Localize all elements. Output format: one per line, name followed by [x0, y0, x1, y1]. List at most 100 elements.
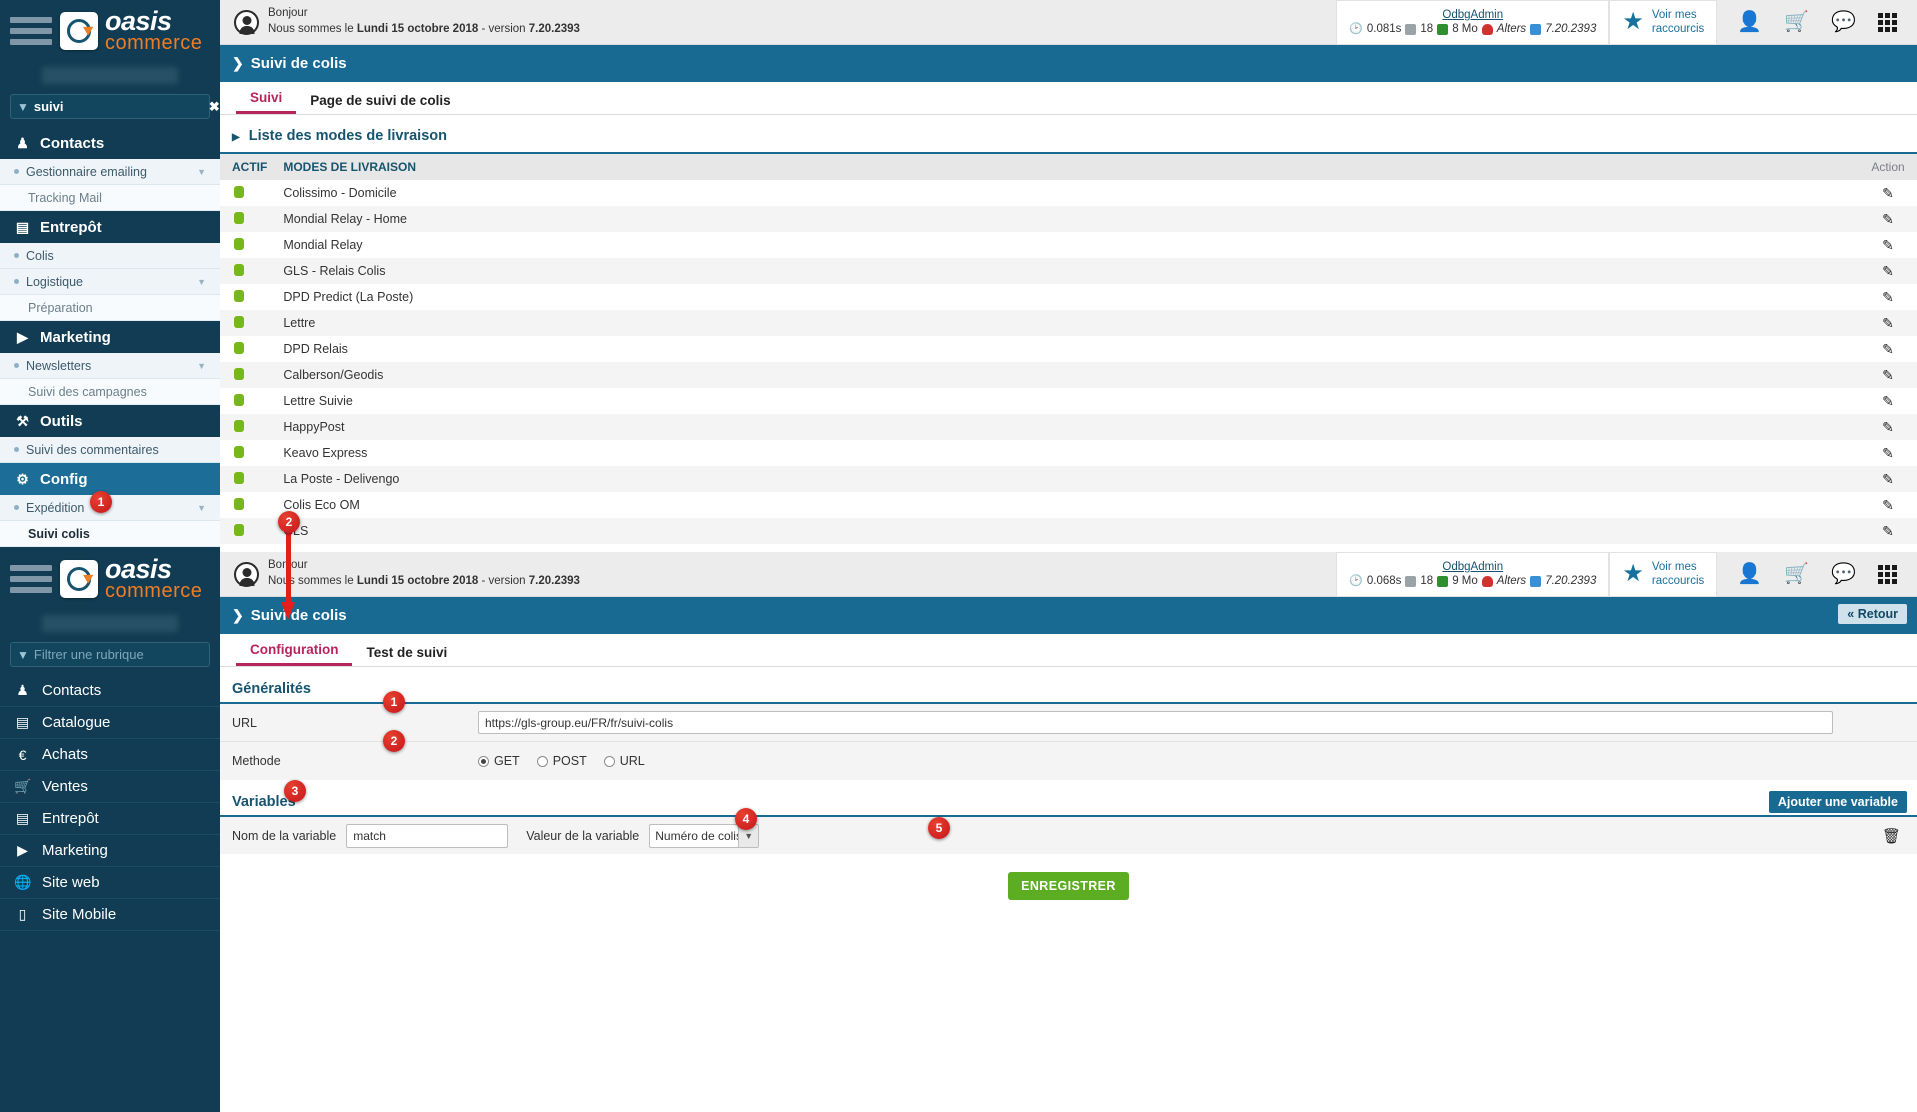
tab-configuration[interactable]: Configuration	[236, 642, 353, 666]
euro-icon: €	[18, 746, 27, 763]
edit-icon[interactable]: ✎	[1882, 289, 1894, 305]
edit-icon[interactable]: ✎	[1882, 341, 1894, 357]
chat-bubble-icon-2[interactable]: 💬	[1831, 564, 1856, 584]
sidebar-group-contacts[interactable]: ♟ Contacts	[0, 127, 220, 159]
sidebar-item-site-mobile[interactable]: ▯ Site Mobile	[0, 899, 220, 931]
brand-name-line1-2: oasis	[105, 553, 172, 584]
url-row: URL	[220, 702, 1917, 741]
action-cell: ✎	[1859, 414, 1917, 440]
tab-test-de-suivi[interactable]: Test de suivi	[352, 645, 461, 666]
apps-grid-icon-1[interactable]	[1878, 12, 1897, 32]
add-variable-button[interactable]: Ajouter une variable	[1768, 791, 1907, 813]
memory-icon-1	[1437, 23, 1449, 35]
edit-icon[interactable]: ✎	[1882, 523, 1894, 539]
apps-grid-icon-2[interactable]	[1878, 564, 1897, 584]
sidebar-leafitem[interactable]: Tracking Mail	[0, 185, 220, 211]
sidebar-subitem-label: Expédition	[26, 500, 85, 515]
brand-name-line1: oasis	[105, 5, 172, 36]
tab-suivi[interactable]: Suivi	[236, 90, 297, 114]
sidebar-item-label: Entrepôt	[42, 810, 99, 827]
avatar-icon-2	[234, 561, 259, 587]
sidebar-subitem[interactable]: Gestionnaire emailing ▼	[0, 159, 220, 185]
method-radio-post[interactable]: POST	[536, 754, 587, 768]
shortcuts-line2-2: raccourcis	[1651, 575, 1705, 587]
shopping-cart-icon-2[interactable]: 🛒	[1784, 564, 1809, 584]
active-status-cell	[220, 180, 275, 206]
section-title-modes[interactable]: ▶ Liste des modes de livraison	[220, 115, 1917, 152]
active-status-cell	[220, 440, 275, 466]
clear-search-icon[interactable]: ✖	[209, 99, 220, 115]
back-button[interactable]: « Retour	[1838, 604, 1907, 624]
sidebar-item-site-web[interactable]: 🌐 Site web	[0, 867, 220, 899]
sidebar-item-label: Catalogue	[42, 714, 111, 731]
tab-page-de-suivi-de-colis[interactable]: Page de suivi de colis	[296, 93, 464, 114]
user-account-icon-1[interactable]: 👤	[1737, 12, 1762, 32]
method-radio-url[interactable]: URL	[603, 754, 645, 768]
save-button[interactable]: ENREGISTRER	[1008, 872, 1129, 900]
bullet-icon	[14, 447, 19, 452]
sidebar-subitem[interactable]: Logistique ▼	[0, 269, 220, 295]
version-prefix-1: - version	[478, 23, 529, 35]
box-icon: ▤	[15, 810, 30, 826]
sidebar-subitem-label: Suivi des commentaires	[26, 442, 159, 457]
stat-alters-2: Alters	[1496, 575, 1527, 587]
url-input[interactable]	[478, 711, 1833, 734]
edit-icon[interactable]: ✎	[1882, 185, 1894, 201]
sidebar-group-marketing[interactable]: ▶ Marketing	[0, 321, 220, 353]
sidebar-leafitem[interactable]: Préparation	[0, 295, 220, 321]
cart-icon: 🛒	[14, 778, 32, 794]
user-account-icon-2[interactable]: 👤	[1737, 564, 1762, 584]
sidebar-item-marketing[interactable]: ▶ Marketing	[0, 835, 220, 867]
sidebar-search-input[interactable]	[33, 99, 209, 114]
edit-icon[interactable]: ✎	[1882, 263, 1894, 279]
edit-icon[interactable]: ✎	[1882, 367, 1894, 383]
sidebar-item-achats[interactable]: € Achats	[0, 739, 220, 771]
username-link-2[interactable]: OdbgAdmin	[1349, 561, 1596, 573]
clock-icon-2: 🕑	[1349, 574, 1363, 587]
sidebar-item-ventes[interactable]: 🛒 Ventes	[0, 771, 220, 803]
edit-icon[interactable]: ✎	[1882, 315, 1894, 331]
sidebar-group-config[interactable]: ⚙ Config	[0, 463, 220, 495]
sidebar-subitem[interactable]: Newsletters ▼	[0, 353, 220, 379]
stat-build-1: 7.20.2393	[1545, 23, 1597, 35]
edit-icon[interactable]: ✎	[1882, 211, 1894, 227]
shortcuts-button-2[interactable]: ★ Voir mes raccourcis	[1609, 551, 1718, 597]
sidebar2-search-input[interactable]	[33, 647, 209, 662]
edit-icon[interactable]: ✎	[1882, 393, 1894, 409]
username-link-1[interactable]: OdbgAdmin	[1349, 9, 1596, 21]
sidebar-item-contacts[interactable]: ♟ Contacts	[0, 675, 220, 707]
bullet-icon	[14, 169, 19, 174]
filter-icon-2: ▼	[17, 647, 29, 662]
sidebar-item-catalogue[interactable]: ▤ Catalogue	[0, 707, 220, 739]
sidebar-group-outils[interactable]: ⚒ Outils	[0, 405, 220, 437]
sidebar-group-entrepôt[interactable]: ▤ Entrepôt	[0, 211, 220, 243]
action-cell: ✎	[1859, 362, 1917, 388]
action-cell: ✎	[1859, 466, 1917, 492]
sidebar-leafitem[interactable]: Suivi colis	[0, 521, 220, 547]
trash-icon[interactable]: 🗑	[1882, 827, 1917, 845]
edit-icon[interactable]: ✎	[1882, 237, 1894, 253]
chat-bubble-icon-1[interactable]: 💬	[1831, 12, 1856, 32]
edit-icon[interactable]: ✎	[1882, 419, 1894, 435]
sidebar-subitem[interactable]: Suivi des commentaires	[0, 437, 220, 463]
account-name-blurred-2	[0, 610, 220, 636]
edit-icon[interactable]: ✎	[1882, 497, 1894, 513]
table-row: La Poste - Delivengo ✎	[220, 466, 1917, 492]
menu-toggle-icon[interactable]	[10, 17, 52, 45]
main-content: Bonjour Nous sommes le Lundi 15 octobre …	[220, 0, 1917, 900]
sidebar-subitem[interactable]: Colis	[0, 243, 220, 269]
active-status-cell	[220, 336, 275, 362]
shortcuts-button-1[interactable]: ★ Voir mes raccourcis	[1609, 0, 1718, 45]
page-title-1: Suivi de colis	[250, 55, 347, 72]
edit-icon[interactable]: ✎	[1882, 471, 1894, 487]
action-cell: ✎	[1859, 388, 1917, 414]
edit-icon[interactable]: ✎	[1882, 445, 1894, 461]
menu-toggle-icon-2[interactable]	[10, 565, 52, 593]
method-radio-get[interactable]: GET	[478, 754, 520, 768]
sidebar-leafitem[interactable]: Suivi des campagnes	[0, 379, 220, 405]
sidebar-item-entrepôt[interactable]: ▤ Entrepôt	[0, 803, 220, 835]
sidebar-subitem-label: Newsletters	[26, 358, 92, 373]
variable-name-input[interactable]	[346, 823, 509, 848]
shopping-cart-icon-1[interactable]: 🛒	[1784, 12, 1809, 32]
status-badge	[234, 289, 244, 302]
